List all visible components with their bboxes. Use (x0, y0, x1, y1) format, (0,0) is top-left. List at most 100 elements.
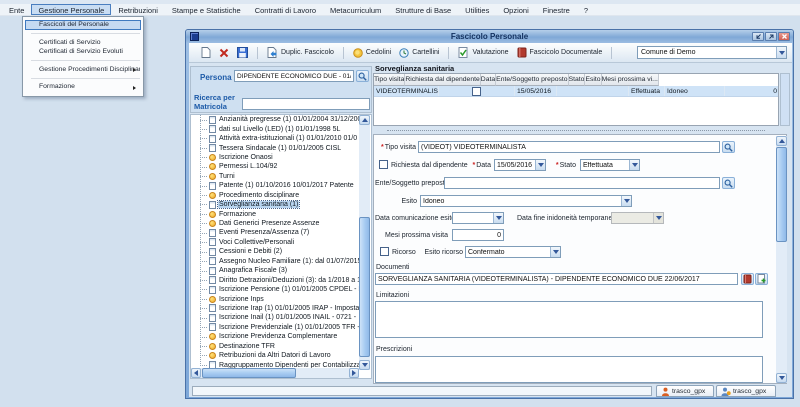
tree-item[interactable]: Permessi L.104/92 (191, 162, 359, 171)
session-tab[interactable]: trasco_gpx (716, 385, 776, 397)
menubar-item[interactable]: Opzioni (496, 4, 535, 15)
persona-search-button[interactable] (356, 70, 369, 82)
table-row[interactable]: VIDEOTERMINALISTA 15/05/2016 Effettuata … (374, 86, 778, 97)
dropdown-menu-item[interactable] (31, 60, 140, 61)
valutazione-button[interactable]: Valutazione (454, 45, 512, 60)
scrollbar-thumb[interactable] (359, 217, 370, 357)
minimize-button[interactable] (752, 32, 764, 41)
scroll-right-button[interactable] (349, 368, 359, 378)
add-document-button[interactable] (755, 273, 768, 285)
matricola-input[interactable] (242, 98, 370, 110)
data-fine-inidoneita-select[interactable] (611, 212, 664, 224)
column-header[interactable]: Richiesta dal dipendente (405, 74, 480, 86)
esito-ricorso-select[interactable]: Confermato (465, 246, 561, 258)
tree-item[interactable]: Iscrizione Previdenziale (1) 01/01/2005 … (191, 323, 359, 332)
cedolini-button[interactable]: Cedolini (349, 46, 395, 60)
new-button[interactable] (197, 45, 215, 60)
dropdown-menu-item[interactable]: Certificati di Servizio Evoluti (25, 47, 141, 57)
menubar-item[interactable]: Metacurriculum (323, 4, 388, 15)
column-header[interactable]: Esito (585, 74, 601, 86)
tree-item[interactable]: Anagrafica Fiscale (3) (191, 266, 359, 275)
scroll-up-button[interactable] (776, 136, 787, 146)
persona-input[interactable] (234, 70, 354, 82)
mesi-prossima-visita-input[interactable] (452, 229, 504, 241)
data-comunicazione-select[interactable] (452, 212, 504, 224)
company-select[interactable]: Comune di Demo (637, 46, 787, 59)
esito-select[interactable]: Idoneo (420, 195, 632, 207)
window-titlebar[interactable]: Fascicolo Personale (186, 30, 793, 43)
column-header[interactable]: Stato (569, 74, 586, 86)
menubar-item[interactable]: Utilities (458, 4, 496, 15)
menubar-item[interactable]: Ente (2, 4, 31, 15)
tree-item[interactable]: Assegno Nucleo Familiare (1): dal 01/07/… (191, 257, 359, 266)
documenti-input[interactable] (375, 273, 738, 285)
tree-item[interactable]: dati sul Livello (LED) (1) 01/01/1998 5L (191, 124, 359, 133)
tree-item[interactable]: Diritto Detrazioni/Deduzioni (3): da 1/2… (191, 275, 359, 284)
tree-item[interactable]: Destinazione TFR (191, 342, 359, 351)
menubar-item[interactable]: Strutture di Base (388, 4, 458, 15)
tree-item[interactable]: Iscrizione Onaosi (191, 153, 359, 162)
tree-item[interactable]: Cessioni e Debiti (2) (191, 247, 359, 256)
tree-item[interactable]: Turni (191, 172, 359, 181)
tree-item[interactable]: Iscrizione Irap (1) 01/01/2005 IRAP - Im… (191, 304, 359, 313)
tipo-visita-input[interactable] (418, 141, 720, 153)
dropdown-menu-item[interactable] (31, 33, 140, 34)
menubar-item[interactable]: Finestre (536, 4, 577, 15)
limitazioni-textarea[interactable] (375, 301, 763, 338)
open-document-button[interactable] (741, 273, 754, 285)
maximize-button[interactable] (765, 32, 777, 41)
tree-item[interactable]: Attività extra-istituzionali (1) 01/01/2… (191, 134, 359, 143)
stato-select[interactable]: Effettuata (580, 159, 640, 171)
dropdown-menu-item[interactable]: Gestione Procedimenti Disciplinari (25, 65, 141, 75)
menubar-item[interactable]: Retribuzioni (111, 4, 165, 15)
save-button[interactable] (233, 45, 252, 60)
dropdown-menu-item[interactable]: Formazione (25, 82, 141, 92)
tree-item[interactable]: Dati Generici Presenze Assenze (191, 219, 359, 228)
richiesta-checkbox[interactable] (472, 87, 481, 96)
tree-item[interactable]: Procedimento disciplinare (191, 191, 359, 200)
ricorso-checkbox[interactable] (380, 247, 389, 256)
form-vertical-scrollbar[interactable] (776, 136, 787, 383)
menubar-item[interactable]: Gestione Personale (31, 4, 111, 15)
tree-item[interactable]: Retribuzioni da Altri Datori di Lavoro (191, 351, 359, 360)
scroll-down-button[interactable] (776, 373, 787, 383)
tree-item[interactable]: Iscrizione Pensione (1) 01/01/2005 CPDEL… (191, 285, 359, 294)
ente-soggetto-input[interactable] (444, 177, 720, 189)
tipo-visita-search-button[interactable] (722, 141, 735, 153)
scrollbar-thumb[interactable] (202, 368, 296, 378)
richiesta-dal-dipendente-checkbox[interactable] (379, 160, 388, 169)
column-header[interactable]: Data (481, 74, 496, 86)
ente-search-button[interactable] (722, 177, 735, 189)
menubar-item[interactable]: ? (577, 4, 595, 15)
duplicate-fascicolo-button[interactable]: Duplic. Fascicolo (263, 45, 338, 60)
menubar-item[interactable]: Contratti di Lavoro (248, 4, 323, 15)
close-button[interactable] (778, 32, 790, 41)
tree-item[interactable]: Iscrizione Inps (191, 294, 359, 303)
session-tab[interactable]: trasco_gpx (656, 385, 714, 397)
scroll-left-button[interactable] (191, 368, 201, 378)
tree-item[interactable]: Tessera Sindacale (1) 01/01/2005 CISL (191, 143, 359, 152)
scrollbar-thumb[interactable] (776, 147, 787, 242)
column-header[interactable]: Mesi prossima vi... (602, 74, 659, 86)
dropdown-menu-item[interactable]: Fascicoli del Personale (25, 20, 141, 30)
menubar-item[interactable]: Stampe e Statistiche (165, 4, 248, 15)
tree-item[interactable]: Formazione (191, 209, 359, 218)
data-select[interactable]: 15/05/2016 (494, 159, 546, 171)
tree-item[interactable]: Iscrizione Inail (1) 01/01/2005 INAIL - … (191, 313, 359, 322)
tree-item[interactable]: Sorveglianza sanitaria (1) (191, 200, 359, 209)
tree-item[interactable]: Voci Collettive/Personali (191, 238, 359, 247)
cartellini-button[interactable]: Cartellini (395, 46, 443, 60)
scroll-down-button[interactable] (359, 360, 370, 370)
dropdown-menu-item[interactable]: Certificati di Servizio (25, 38, 141, 48)
scroll-up-button[interactable] (359, 115, 370, 125)
delete-button[interactable] (215, 46, 233, 60)
prescrizioni-textarea[interactable] (375, 356, 763, 383)
column-header[interactable]: Tipo visita (374, 74, 405, 86)
tree-item[interactable]: Patente (1) 01/10/2016 10/01/2017 Patent… (191, 181, 359, 190)
column-header[interactable]: Ente/Soggetto preposto (496, 74, 568, 86)
fascicolo-documentale-button[interactable]: Fascicolo Documentale (513, 45, 607, 60)
tree-item[interactable]: Eventi Presenza/Assenza (7) (191, 228, 359, 237)
tree-horizontal-scrollbar[interactable] (191, 368, 359, 378)
panel-splitter[interactable] (387, 130, 765, 131)
dropdown-menu-item[interactable] (31, 78, 140, 79)
